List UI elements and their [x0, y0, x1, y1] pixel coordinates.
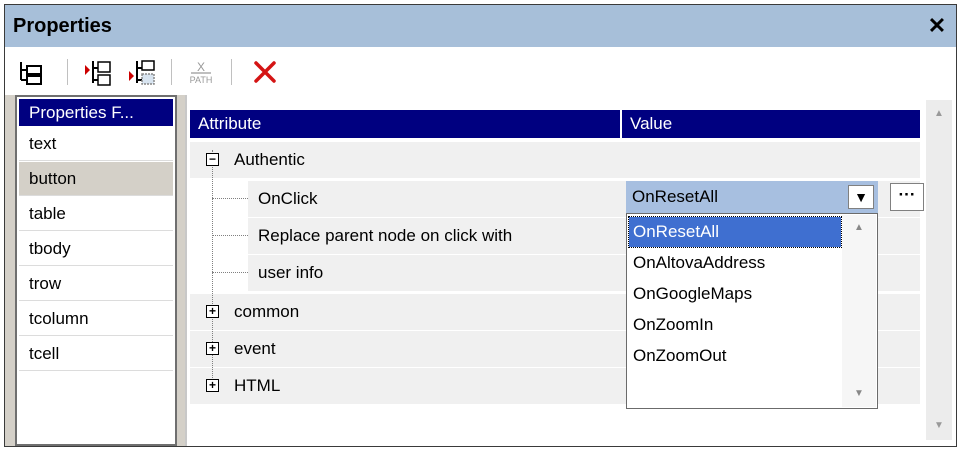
scroll-up-icon[interactable]: ▲ [842, 217, 876, 239]
chevron-down-icon[interactable]: ▼ [848, 185, 874, 209]
toolbar-separator [231, 59, 232, 85]
group-label: HTML [234, 376, 281, 395]
element-list-header[interactable]: Properties F... [19, 99, 173, 126]
toolbar: X PATH [5, 47, 956, 95]
expand-icon[interactable]: + [206, 379, 219, 392]
dropdown-option-onaltovaaddress[interactable]: OnAltovaAddress [629, 248, 841, 278]
scroll-down-icon[interactable]: ▼ [842, 383, 876, 405]
delete-icon[interactable] [249, 56, 281, 88]
toolbar-separator [171, 59, 172, 85]
attribute-label: Replace parent node on click with [258, 226, 513, 245]
tree-line [212, 235, 248, 236]
svg-text:PATH: PATH [190, 75, 213, 85]
insert-before-icon[interactable] [81, 56, 113, 88]
value-dropdown-list: OnResetAll OnAltovaAddress OnGoogleMaps … [626, 213, 878, 409]
list-item-trow[interactable]: trow [19, 267, 173, 301]
tree-row-authentic[interactable]: − Authentic [190, 142, 620, 178]
insert-after-icon[interactable] [125, 56, 157, 88]
scroll-up-icon[interactable]: ▲ [926, 102, 952, 126]
dropdown-option-ongooglemaps[interactable]: OnGoogleMaps [629, 279, 841, 309]
xpath-icon[interactable]: X PATH [185, 56, 217, 88]
toolbar-separator [67, 59, 68, 85]
group-label: Authentic [234, 150, 305, 169]
grid-vertical-scrollbar[interactable]: ▲ ▼ [926, 100, 952, 440]
tree-row-common[interactable]: + common [190, 294, 620, 330]
window-title: Properties [13, 15, 112, 37]
collapse-icon[interactable]: − [206, 153, 219, 166]
expand-icon[interactable]: + [206, 305, 219, 318]
close-icon[interactable]: ✕ [924, 13, 950, 39]
element-list-panel: Properties F... text button table tbody … [15, 95, 177, 446]
dropdown-option-onzoomin[interactable]: OnZoomIn [629, 310, 841, 340]
dropdown-option-onzoomout[interactable]: OnZoomOut [629, 341, 841, 371]
scroll-down-icon[interactable]: ▼ [926, 414, 952, 438]
list-item-tcolumn[interactable]: tcolumn [19, 302, 173, 336]
tree-line [212, 272, 248, 273]
combo-value: OnResetAll [632, 187, 718, 206]
attribute-label: OnClick [258, 189, 318, 208]
svg-text:X: X [197, 60, 205, 74]
list-item-tcell[interactable]: tcell [19, 337, 173, 371]
dropdown-option-onresetall[interactable]: OnResetAll [628, 216, 842, 248]
value-column-header[interactable]: Value [622, 110, 920, 138]
group-label: event [234, 339, 276, 358]
dropdown-scrollbar[interactable]: ▲ ▼ [842, 215, 876, 407]
tree-view-icon[interactable] [15, 56, 47, 88]
tree-row-replace-parent[interactable]: Replace parent node on click with [248, 218, 618, 254]
list-item-tbody[interactable]: tbody [19, 232, 173, 266]
tree-row-html[interactable]: + HTML [190, 368, 620, 404]
tree-line [212, 198, 248, 199]
list-item-button[interactable]: button [19, 162, 173, 196]
ellipsis-button[interactable]: ··· [890, 183, 924, 211]
attribute-column-header[interactable]: Attribute [190, 110, 620, 138]
group-label: common [234, 302, 300, 321]
list-item-text[interactable]: text [19, 127, 173, 161]
title-bar: Properties ✕ [5, 5, 956, 47]
tree-row-event[interactable]: + event [190, 331, 620, 367]
tree-row-user-info[interactable]: user info [248, 255, 618, 291]
expand-icon[interactable]: + [206, 342, 219, 355]
list-item-table[interactable]: table [19, 197, 173, 231]
attribute-label: user info [258, 263, 324, 282]
onclick-value-combo[interactable]: OnResetAll ▼ [626, 181, 878, 213]
tree-row-onclick[interactable]: OnClick [248, 181, 618, 217]
